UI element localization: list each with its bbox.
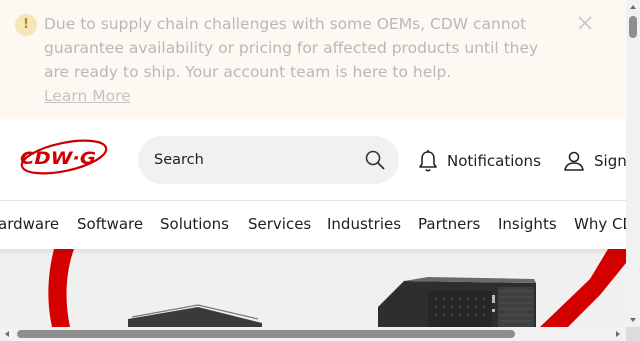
nav-item-hardware[interactable]: ardware xyxy=(0,215,59,233)
site-header: CDW·G Notifications Sign xyxy=(0,119,626,201)
scrollbar-corner xyxy=(626,327,640,341)
search-input[interactable] xyxy=(154,148,354,172)
main-nav: ardware Software Solutions Services Indu… xyxy=(0,201,626,249)
supply-chain-alert: ! Due to supply chain challenges with so… xyxy=(0,0,626,119)
horizontal-scrollbar[interactable] xyxy=(0,327,626,341)
notifications-button[interactable]: Notifications xyxy=(417,148,541,174)
logo-text: CDW·G xyxy=(20,149,96,169)
exclamation-icon: ! xyxy=(15,14,37,36)
scroll-left-icon[interactable] xyxy=(3,330,11,338)
vertical-scrollbar[interactable] xyxy=(626,0,640,327)
signin-button[interactable]: Sign xyxy=(562,148,626,174)
scroll-right-icon[interactable] xyxy=(614,330,622,338)
nav-item-services[interactable]: Services xyxy=(248,215,311,233)
close-icon[interactable] xyxy=(576,14,594,32)
learn-more-link[interactable]: Learn More xyxy=(44,84,131,108)
bell-icon xyxy=(419,150,437,172)
alert-message: Due to supply chain challenges with some… xyxy=(44,15,539,81)
signin-label: Sign xyxy=(594,152,626,170)
vertical-scroll-thumb[interactable] xyxy=(629,16,637,38)
nav-item-partners[interactable]: Partners xyxy=(418,215,480,233)
hero-image xyxy=(0,249,626,327)
page-viewport: ! Due to supply chain challenges with so… xyxy=(0,0,626,327)
scroll-down-icon[interactable] xyxy=(629,316,637,324)
horizontal-scroll-thumb[interactable] xyxy=(17,330,515,338)
nav-item-insights[interactable]: Insights xyxy=(498,215,557,233)
hero-banner[interactable] xyxy=(0,249,626,327)
nav-item-solutions[interactable]: Solutions xyxy=(160,215,229,233)
notifications-label: Notifications xyxy=(447,152,541,170)
cdwg-logo[interactable]: CDW·G xyxy=(16,138,108,178)
scroll-up-icon[interactable] xyxy=(629,3,637,11)
nav-item-software[interactable]: Software xyxy=(77,215,143,233)
search-icon[interactable] xyxy=(364,149,386,171)
nav-item-industries[interactable]: Industries xyxy=(327,215,401,233)
user-icon xyxy=(564,151,584,171)
nav-item-why-cdw[interactable]: Why CD xyxy=(574,215,626,233)
search-box xyxy=(138,136,399,184)
